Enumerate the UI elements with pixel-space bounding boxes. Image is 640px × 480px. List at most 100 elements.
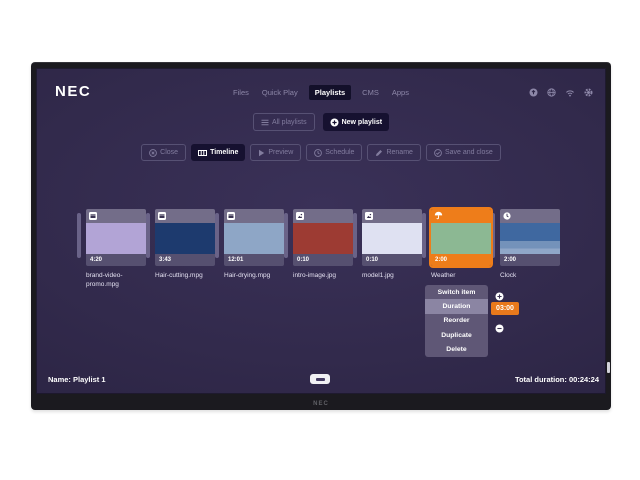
media-filename: Clock bbox=[500, 272, 566, 281]
save-and-close-label: Save and close bbox=[445, 149, 493, 156]
total-duration-label: Total duration: 00:24:24 bbox=[515, 375, 599, 384]
save-and-close-button[interactable]: Save and close bbox=[426, 144, 501, 161]
top-nav: Files Quick Play Playlists CMS Apps bbox=[36, 85, 606, 100]
close-button[interactable]: Close bbox=[141, 144, 186, 161]
status-icons bbox=[529, 88, 593, 97]
timeline-label: Timeline bbox=[210, 149, 238, 156]
menu-item-duplicate[interactable]: Duplicate bbox=[425, 328, 488, 342]
card-header bbox=[431, 209, 491, 223]
bezel-nec-logo: NEC bbox=[31, 401, 611, 407]
card-header bbox=[362, 209, 422, 223]
media-filename: intro-image.jpg bbox=[293, 272, 359, 281]
media-thumbnail bbox=[224, 223, 284, 254]
menu-item-delete[interactable]: Delete bbox=[425, 343, 488, 357]
media-thumbnail bbox=[155, 223, 215, 254]
nav-item-playlists[interactable]: Playlists bbox=[309, 85, 351, 100]
card-header bbox=[86, 209, 146, 223]
timeline-item-video[interactable]: 12:01 Hair-drying.mpg bbox=[224, 209, 284, 266]
duration-increase-button[interactable] bbox=[495, 288, 504, 297]
all-playlists-button[interactable]: All playlists bbox=[253, 113, 315, 131]
playlist-actions-row: All playlists New playlist bbox=[36, 113, 606, 131]
pencil-icon bbox=[375, 149, 383, 157]
plus-circle-icon bbox=[330, 118, 339, 127]
film-icon bbox=[158, 212, 166, 220]
play-icon bbox=[258, 149, 265, 157]
film-icon bbox=[227, 212, 235, 220]
media-filename: model1.jpg bbox=[362, 272, 428, 281]
timeline-item-weather-selected[interactable]: 2:00 Weather bbox=[431, 209, 491, 266]
media-thumbnail bbox=[431, 223, 491, 254]
menu-item-switch-item[interactable]: Switch item bbox=[425, 285, 488, 299]
monitor-bezel: NEC Files Quick Play Playlists CMS Apps bbox=[31, 62, 611, 410]
timeline-separator bbox=[146, 213, 150, 258]
network-globe-icon[interactable] bbox=[547, 88, 556, 97]
timeline-item-image[interactable]: 0:10 intro-image.jpg bbox=[293, 209, 353, 266]
media-filename: Hair-cutting.mpg bbox=[155, 272, 221, 281]
duration-badge: 2:00 bbox=[500, 254, 560, 266]
nav-item-cms[interactable]: CMS bbox=[360, 85, 381, 100]
all-playlists-label: All playlists bbox=[272, 119, 307, 126]
media-thumbnail bbox=[500, 223, 560, 254]
media-filename: brand-video-promo.mpg bbox=[86, 272, 152, 290]
timeline-item-clock[interactable]: 2:00 Clock bbox=[500, 209, 560, 266]
duration-badge: 0:10 bbox=[362, 254, 422, 266]
close-icon bbox=[149, 149, 157, 157]
close-label: Close bbox=[160, 149, 178, 156]
usb-drive-icon bbox=[310, 374, 330, 384]
power-indicator bbox=[607, 362, 610, 373]
new-playlist-label: New playlist bbox=[342, 119, 382, 126]
duration-badge: 0:10 bbox=[293, 254, 353, 266]
duration-badge: 12:01 bbox=[224, 254, 284, 266]
schedule-button[interactable]: Schedule bbox=[306, 144, 362, 161]
settings-gear-icon[interactable] bbox=[584, 88, 593, 97]
clock-icon bbox=[314, 149, 322, 157]
item-context-menu: Switch item Duration Reorder Duplicate D… bbox=[425, 285, 488, 357]
nav-item-apps[interactable]: Apps bbox=[390, 85, 411, 100]
menu-item-reorder[interactable]: Reorder bbox=[425, 314, 488, 328]
preview-button[interactable]: Preview bbox=[250, 144, 301, 161]
timeline-item-video[interactable]: 3:43 Hair-cutting.mpg bbox=[155, 209, 215, 266]
clock-face-icon bbox=[503, 207, 511, 225]
timeline-separator bbox=[422, 213, 426, 258]
timeline-separator bbox=[353, 213, 357, 258]
nav-item-quick-play[interactable]: Quick Play bbox=[260, 85, 300, 100]
image-icon bbox=[296, 212, 304, 220]
card-header bbox=[293, 209, 353, 223]
duration-badge: 2:00 bbox=[431, 254, 491, 266]
menu-item-duration[interactable]: Duration bbox=[425, 299, 488, 313]
duration-decrease-button[interactable] bbox=[495, 320, 504, 329]
duration-badge: 4:20 bbox=[86, 254, 146, 266]
image-icon bbox=[365, 212, 373, 220]
media-thumbnail bbox=[86, 223, 146, 254]
list-icon bbox=[261, 119, 269, 126]
screen: NEC Files Quick Play Playlists CMS Apps bbox=[36, 68, 606, 394]
umbrella-icon bbox=[434, 207, 443, 225]
playlist-name-label: Name: Playlist 1 bbox=[48, 375, 106, 384]
media-filename: Hair-drying.mpg bbox=[224, 272, 290, 281]
media-thumbnail bbox=[362, 223, 422, 254]
card-header bbox=[224, 209, 284, 223]
toolbar: Close Timeline Preview Schedule bbox=[36, 144, 606, 161]
card-header bbox=[155, 209, 215, 223]
duration-value-field[interactable]: 03:00 bbox=[491, 302, 519, 315]
preview-label: Preview bbox=[268, 149, 293, 156]
film-icon bbox=[89, 212, 97, 220]
timeline-separator bbox=[215, 213, 219, 258]
timeline-separator bbox=[491, 213, 495, 258]
rename-label: Rename bbox=[386, 149, 412, 156]
new-playlist-button[interactable]: New playlist bbox=[323, 113, 389, 131]
media-filename: Weather bbox=[431, 272, 497, 281]
timeline-item-image[interactable]: 0:10 model1.jpg bbox=[362, 209, 422, 266]
timeline-item-video[interactable]: 4:20 brand-video-promo.mpg bbox=[86, 209, 146, 266]
check-circle-icon bbox=[434, 149, 442, 157]
schedule-label: Schedule bbox=[325, 149, 354, 156]
duration-badge: 3:43 bbox=[155, 254, 215, 266]
update-icon[interactable] bbox=[529, 88, 538, 97]
timeline-separator bbox=[77, 213, 81, 258]
wifi-icon[interactable] bbox=[565, 88, 575, 97]
timeline-separator bbox=[284, 213, 288, 258]
nav-item-files[interactable]: Files bbox=[231, 85, 251, 100]
timeline-button[interactable]: Timeline bbox=[191, 144, 245, 161]
rename-button[interactable]: Rename bbox=[367, 144, 420, 161]
card-header bbox=[500, 209, 560, 223]
